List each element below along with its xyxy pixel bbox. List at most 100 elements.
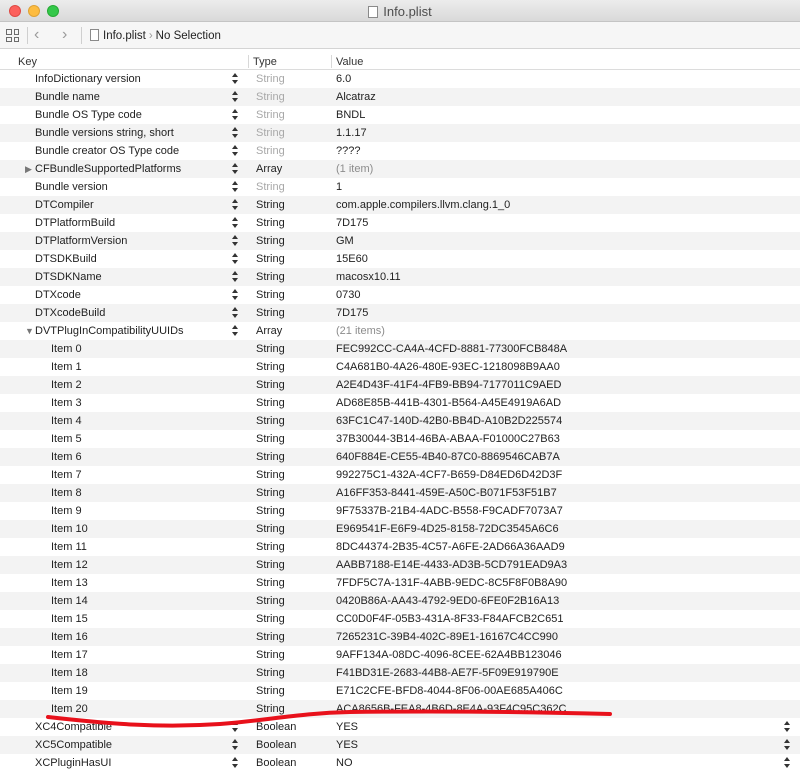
row-key[interactable]: Item 5: [51, 430, 82, 448]
row-type[interactable]: String: [256, 268, 285, 286]
table-row[interactable]: Item 12 String AABB7188-E14E-4433-AD3B-5CD…: [0, 556, 800, 574]
row-key[interactable]: DTPlatformBuild: [35, 214, 115, 232]
row-value[interactable]: AD68E85B-441B-4301-B564-A45E4919A6AD: [336, 394, 561, 412]
row-type[interactable]: String: [256, 214, 285, 232]
related-items-grid-icon[interactable]: [6, 29, 19, 42]
row-key[interactable]: Item 3: [51, 394, 82, 412]
row-type[interactable]: String: [256, 520, 285, 538]
row-type[interactable]: String: [256, 574, 285, 592]
table-row[interactable]: Item 9 String 9F75337B-21B4-4ADC-B558-F9CA…: [0, 502, 800, 520]
row-key[interactable]: Bundle name: [35, 88, 100, 106]
key-popup-stepper-icon[interactable]: [232, 738, 239, 752]
key-popup-stepper-icon[interactable]: [232, 162, 239, 176]
row-key[interactable]: Item 2: [51, 376, 82, 394]
key-popup-stepper-icon[interactable]: [232, 180, 239, 194]
row-key[interactable]: DVTPlugInCompatibilityUUIDs: [35, 322, 184, 340]
column-divider[interactable]: [331, 55, 332, 68]
table-row[interactable]: Item 3 String AD68E85B-441B-4301-B564-A45E…: [0, 394, 800, 412]
row-value[interactable]: com.apple.compilers.llvm.clang.1_0: [336, 196, 510, 214]
row-type[interactable]: String: [256, 178, 285, 196]
table-row[interactable]: Item 20 String ACA8656B-FEA8-4B6D-8E4A-93F…: [0, 700, 800, 718]
row-value[interactable]: E969541F-E6F9-4D25-8158-72DC3545A6C6: [336, 520, 559, 538]
row-value[interactable]: CC0D0F4F-05B3-431A-8F33-F84AFCB2C651: [336, 610, 563, 628]
back-chevron-icon[interactable]: ‹: [34, 26, 39, 44]
row-value[interactable]: 37B30044-3B14-46BA-ABAA-F01000C27B63: [336, 430, 560, 448]
key-popup-stepper-icon[interactable]: [232, 270, 239, 284]
row-value[interactable]: 1: [336, 178, 342, 196]
row-type[interactable]: String: [256, 412, 285, 430]
row-key[interactable]: XC4Compatible: [35, 718, 112, 736]
key-popup-stepper-icon[interactable]: [232, 72, 239, 86]
column-header-type[interactable]: Type: [253, 56, 277, 68]
row-value[interactable]: Alcatraz: [336, 88, 376, 106]
row-value[interactable]: 0730: [336, 286, 360, 304]
row-type[interactable]: String: [256, 394, 285, 412]
row-key[interactable]: Item 20: [51, 700, 88, 718]
row-value[interactable]: 7D175: [336, 214, 368, 232]
row-key[interactable]: Bundle version: [35, 178, 108, 196]
key-popup-stepper-icon[interactable]: [232, 126, 239, 140]
row-value[interactable]: 63FC1C47-140D-42B0-BB4D-A10B2D225574: [336, 412, 562, 430]
key-popup-stepper-icon[interactable]: [232, 252, 239, 266]
row-type[interactable]: Array: [256, 160, 282, 178]
row-key[interactable]: CFBundleSupportedPlatforms: [35, 160, 181, 178]
row-value[interactable]: C4A681B0-4A26-480E-93EC-1218098B9AA0: [336, 358, 560, 376]
table-row[interactable]: Bundle OS Type code String BNDL: [0, 106, 800, 124]
table-row[interactable]: Bundle version String 1: [0, 178, 800, 196]
row-value[interactable]: FEC992CC-CA4A-4CFD-8881-77300FCB848A: [336, 340, 567, 358]
row-key[interactable]: Item 16: [51, 628, 88, 646]
row-value[interactable]: macosx10.11: [336, 268, 401, 286]
key-popup-stepper-icon[interactable]: [232, 216, 239, 230]
row-value[interactable]: ????: [336, 142, 360, 160]
row-type[interactable]: String: [256, 430, 285, 448]
row-type[interactable]: String: [256, 232, 285, 250]
row-type[interactable]: String: [256, 304, 285, 322]
row-value[interactable]: AABB7188-E14E-4433-AD3B-5CD791EAD9A3: [336, 556, 567, 574]
row-type[interactable]: Array: [256, 322, 282, 340]
row-key[interactable]: Bundle OS Type code: [35, 106, 142, 124]
row-key[interactable]: Item 12: [51, 556, 88, 574]
table-row[interactable]: DTPlatformVersion String GM: [0, 232, 800, 250]
row-value[interactable]: A2E4D43F-41F4-4FB9-BB94-7177011C9AED: [336, 376, 561, 394]
table-row[interactable]: Item 11 String 8DC44374-2B35-4C57-A6FE-2AD…: [0, 538, 800, 556]
table-row[interactable]: XC5Compatible Boolean YES: [0, 736, 800, 754]
table-row[interactable]: Bundle creator OS Type code String????: [0, 142, 800, 160]
row-value[interactable]: 640F884E-CE55-4B40-87C0-8869546CAB7A: [336, 448, 560, 466]
key-popup-stepper-icon[interactable]: [232, 720, 239, 734]
table-row[interactable]: Bundle name String Alcatraz: [0, 88, 800, 106]
row-type[interactable]: Boolean: [256, 718, 296, 736]
row-key[interactable]: Bundle creator OS Type code: [35, 142, 179, 160]
row-key[interactable]: Item 6: [51, 448, 82, 466]
row-type[interactable]: String: [256, 448, 285, 466]
row-value[interactable]: 9AFF134A-08DC-4096-8CEE-62A4BB123046: [336, 646, 562, 664]
row-type[interactable]: String: [256, 700, 285, 718]
table-row[interactable]: InfoDictionary version String 6.0: [0, 70, 800, 88]
table-row[interactable]: Item 5 String 37B30044-3B14-46BA-ABAA-F010…: [0, 430, 800, 448]
row-value[interactable]: 0420B86A-AA43-4792-9ED0-6FE0F2B16A13: [336, 592, 559, 610]
row-key[interactable]: Item 17: [51, 646, 88, 664]
table-row[interactable]: Item 0 String FEC992CC-CA4A-4CFD-8881-7730…: [0, 340, 800, 358]
row-key[interactable]: DTCompiler: [35, 196, 94, 214]
table-row[interactable]: Item 6 String 640F884E-CE55-4B40-87C0-8869…: [0, 448, 800, 466]
row-type[interactable]: Boolean: [256, 754, 296, 772]
row-key[interactable]: Item 0: [51, 340, 82, 358]
table-row[interactable]: Item 1 String C4A681B0-4A26-480E-93EC-1218…: [0, 358, 800, 376]
table-row[interactable]: Item 16 String 7265231C-39B4-402C-89E1-161…: [0, 628, 800, 646]
row-value[interactable]: 7FDF5C7A-131F-4ABB-9EDC-8C5F8F0B8A90: [336, 574, 567, 592]
table-row[interactable]: Bundle versions string, short String 1.1.1…: [0, 124, 800, 142]
key-popup-stepper-icon[interactable]: [232, 234, 239, 248]
row-key[interactable]: Item 4: [51, 412, 82, 430]
table-row[interactable]: Item 15 String CC0D0F4F-05B3-431A-8F33-F84…: [0, 610, 800, 628]
row-type[interactable]: String: [256, 196, 285, 214]
row-key[interactable]: Item 10: [51, 520, 88, 538]
row-value[interactable]: 7D175: [336, 304, 368, 322]
row-value[interactable]: 992275C1-432A-4CF7-B659-D84ED6D42D3F: [336, 466, 562, 484]
key-popup-stepper-icon[interactable]: [232, 90, 239, 104]
row-key[interactable]: DTPlatformVersion: [35, 232, 127, 250]
row-type[interactable]: String: [256, 376, 285, 394]
row-type[interactable]: String: [256, 538, 285, 556]
row-value[interactable]: (1 item): [336, 160, 373, 178]
row-type[interactable]: String: [256, 250, 285, 268]
row-key[interactable]: Item 14: [51, 592, 88, 610]
value-popup-stepper-icon[interactable]: [784, 756, 791, 770]
